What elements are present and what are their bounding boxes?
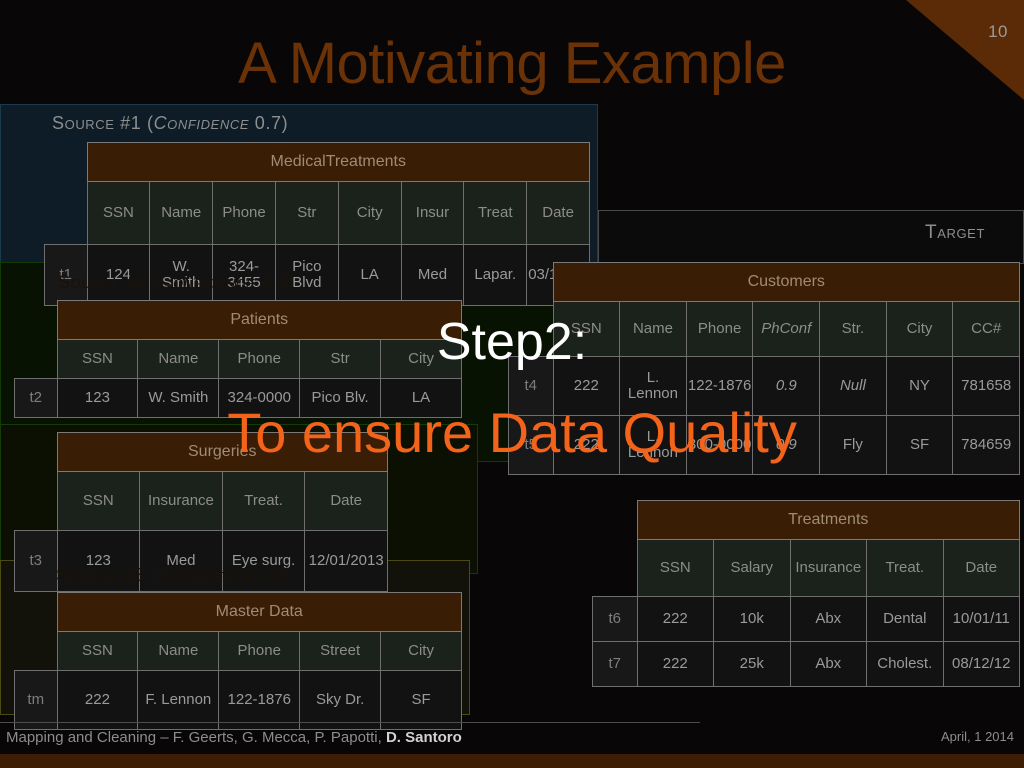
column-header-city: City — [380, 631, 462, 671]
source-1-label-suffix: 0.7) — [249, 113, 289, 133]
page-title: A Motivating Example — [238, 31, 786, 96]
table-header-row: SSN Name Phone Street City — [15, 631, 462, 671]
source-1-label-prefix: Source #1 ( — [52, 113, 154, 133]
row-id-spacer — [15, 632, 58, 671]
column-header-str: Str — [274, 181, 339, 245]
source-2-label: Source #2 (Confidence 0.9) — [58, 272, 294, 293]
table-header-row: SSN Name Phone Str City Insur Treat Date — [45, 181, 590, 245]
column-header-insur: Insur — [400, 181, 465, 245]
footer-band-decoration — [0, 754, 1024, 768]
column-header-treat: Treat. — [866, 539, 944, 597]
column-header-name: Name — [137, 631, 220, 671]
column-header-salary: Salary — [713, 539, 791, 597]
table-name-medical-treatments: MedicalTreatments — [86, 142, 590, 182]
row-id-spacer — [593, 501, 638, 540]
column-header-street: Street — [299, 631, 382, 671]
table-row: t6 222 10k Abx Dental 10/01/11 — [592, 596, 1020, 642]
source-3-label-suffix: 1.0) — [253, 565, 293, 585]
column-header-insurance: Insurance — [139, 471, 223, 531]
column-header-date: Date — [526, 181, 590, 245]
cell-insurance: Abx — [789, 641, 867, 687]
slide-canvas: 10 A Motivating Example Source #1 (Confi… — [0, 0, 1024, 768]
source-3-label-italic: Confidence — [157, 565, 254, 585]
footer-citation: Mapping and Cleaning – F. Geerts, G. Mec… — [6, 729, 462, 746]
overlay-step-description: To ensure Data Quality — [227, 401, 797, 464]
footer-citation-text: Mapping and Cleaning – F. Geerts, G. Mec… — [6, 729, 386, 746]
source-3-label-prefix: Source #3 ( — [56, 565, 158, 585]
source-2-label-suffix: 0.9) — [255, 272, 295, 292]
cell-city: SF — [380, 670, 462, 730]
row-id-t7: t7 — [592, 641, 638, 687]
column-header-phone: Phone — [218, 631, 301, 671]
row-id-tm: tm — [14, 670, 58, 730]
cell-city: LA — [337, 244, 402, 306]
cell-ssn: 222 — [56, 670, 139, 730]
cell-ssn: 222 — [636, 596, 714, 642]
table-name-master-data: Master Data — [56, 592, 462, 632]
row-id-spacer — [45, 182, 88, 245]
slide-number: 10 — [988, 22, 1008, 41]
footer-divider — [0, 722, 700, 723]
column-header-ssn: SSN — [86, 181, 151, 245]
table-title-row: Treatments — [593, 500, 1020, 540]
cell-insurance: Abx — [789, 596, 867, 642]
cell-salary: 10k — [713, 596, 791, 642]
table-header-row: SSN Insurance Treat. Date — [15, 471, 388, 531]
source-1-label-italic: Confidence — [153, 113, 250, 133]
source-3-master-label: Source #3 (Confidence 1.0) — [56, 565, 292, 586]
source-2-label-italic: Confidence — [159, 272, 256, 292]
table-name-treatments: Treatments — [636, 500, 1020, 540]
overlay-step-label: Step2: — [436, 313, 588, 371]
cell-street: Sky Dr. — [299, 670, 382, 730]
row-id-t6: t6 — [592, 596, 638, 642]
cell-treat: Cholest. — [866, 641, 944, 687]
footer-citation-author: D. Santoro — [385, 729, 462, 746]
cell-date: 10/01/11 — [942, 596, 1020, 642]
column-header-city: City — [337, 181, 402, 245]
cell-date: 08/12/12 — [942, 641, 1020, 687]
table-header-row: SSN Salary Insurance Treat. Date — [593, 539, 1020, 597]
table-title-row: MedicalTreatments — [45, 142, 590, 182]
table-master-data: Master Data SSN Name Phone Street City t… — [14, 592, 462, 730]
source-2-label-prefix: Source #2 ( — [58, 272, 160, 292]
row-id-spacer — [15, 593, 58, 632]
row-id-spacer — [45, 143, 88, 182]
cell-insur: Med — [400, 244, 465, 306]
row-id-t3: t3 — [14, 530, 58, 592]
column-header-treat: Treat. — [221, 471, 306, 531]
column-header-date: Date — [942, 539, 1020, 597]
table-row: tm 222 F. Lennon 122-1876 Sky Dr. SF — [14, 670, 462, 730]
column-header-treat: Treat — [463, 181, 528, 245]
table-title-row: Master Data — [15, 592, 462, 632]
footer-date: April, 1 2014 — [941, 729, 1014, 744]
column-header-phone: Phone — [212, 181, 276, 245]
column-header-name: Name — [149, 181, 214, 245]
row-id-spacer — [15, 472, 58, 531]
cell-treat: Dental — [866, 596, 944, 642]
table-name-customers: Customers — [552, 262, 1020, 302]
row-id-spacer — [509, 263, 554, 302]
column-header-ssn: SSN — [56, 471, 141, 531]
table-treatments: Treatments SSN Salary Insurance Treat. D… — [592, 500, 1020, 687]
cell-date: 12/01/2013 — [304, 530, 388, 592]
column-header-ssn: SSN — [636, 539, 714, 597]
cell-name: F. Lennon — [137, 670, 220, 730]
table-title-row: Customers — [509, 262, 1020, 302]
cell-phone: 122-1876 — [218, 670, 301, 730]
column-header-date: Date — [304, 471, 388, 531]
target-label: Target — [925, 222, 985, 243]
table-row: t7 222 25k Abx Cholest. 08/12/12 — [592, 641, 1020, 687]
cell-salary: 25k — [713, 641, 791, 687]
row-id-spacer — [593, 540, 638, 597]
source-1-label: Source #1 (Confidence 0.7) — [52, 113, 288, 134]
cell-ssn: 222 — [636, 641, 714, 687]
column-header-insurance: Insurance — [789, 539, 867, 597]
column-header-ssn: SSN — [56, 631, 139, 671]
